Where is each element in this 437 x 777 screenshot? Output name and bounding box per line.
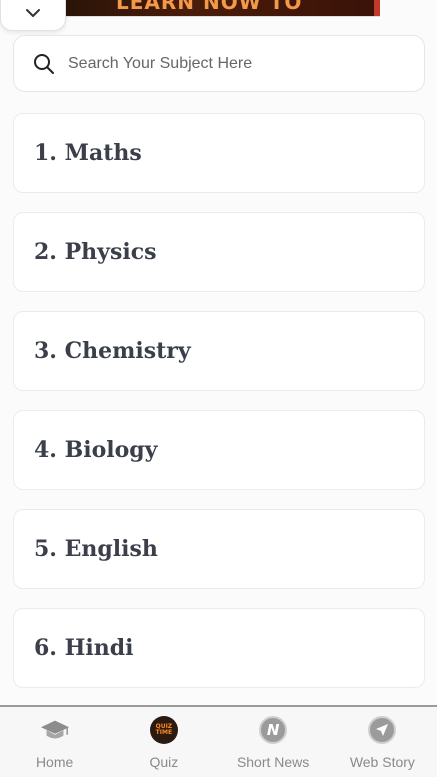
- nav-item-home[interactable]: Home: [0, 707, 109, 777]
- banner-accent: [374, 0, 380, 16]
- subject-card-maths[interactable]: 1. Maths: [13, 113, 425, 193]
- nav-label-quiz: Quiz: [149, 754, 179, 770]
- subject-label: 2. Physics: [34, 239, 157, 265]
- collapse-toggle-button[interactable]: [0, 0, 66, 31]
- nav-label-short-news: Short News: [236, 754, 310, 770]
- news-circle: N: [259, 716, 288, 744]
- paper-plane-icon: [367, 715, 397, 745]
- search-icon: [32, 52, 56, 76]
- top-banner-ad[interactable]: LEARN NOW TO: [66, 0, 380, 17]
- subject-label: 3. Chemistry: [34, 338, 191, 364]
- nav-item-short-news[interactable]: N Short News: [219, 707, 328, 777]
- nav-label-web-story: Web Story: [349, 754, 415, 770]
- web-story-circle: [368, 716, 397, 744]
- search-bar[interactable]: [13, 35, 425, 92]
- quiz-time-icon: QUIZ TIME: [149, 715, 179, 745]
- subject-label: 1. Maths: [34, 140, 142, 166]
- nav-label-home: Home: [35, 754, 74, 770]
- subject-label: 5. English: [34, 536, 158, 562]
- subject-card-hindi[interactable]: 6. Hindi: [13, 608, 425, 688]
- subject-list: 1. Maths 2. Physics 3. Chemistry 4. Biol…: [13, 113, 425, 707]
- subject-label: 6. Hindi: [34, 635, 134, 661]
- banner-text: LEARN NOW TO: [116, 0, 303, 14]
- graduation-cap-icon: [40, 715, 70, 745]
- quiz-badge-text: QUIZ TIME: [149, 716, 178, 744]
- news-n-glyph: N: [266, 721, 280, 739]
- nav-item-quiz[interactable]: QUIZ TIME Quiz: [109, 707, 218, 777]
- subject-card-chemistry[interactable]: 3. Chemistry: [13, 311, 425, 391]
- search-input[interactable]: [66, 53, 390, 74]
- subject-label: 4. Biology: [34, 437, 158, 463]
- chevron-down-icon: [24, 6, 42, 24]
- subject-card-english[interactable]: 5. English: [13, 509, 425, 589]
- bottom-navigation: Home QUIZ TIME Quiz N Short News Web Sto…: [0, 705, 437, 777]
- news-n-icon: N: [258, 715, 288, 745]
- subject-card-biology[interactable]: 4. Biology: [13, 410, 425, 490]
- nav-item-web-story[interactable]: Web Story: [328, 707, 437, 777]
- subject-card-physics[interactable]: 2. Physics: [13, 212, 425, 292]
